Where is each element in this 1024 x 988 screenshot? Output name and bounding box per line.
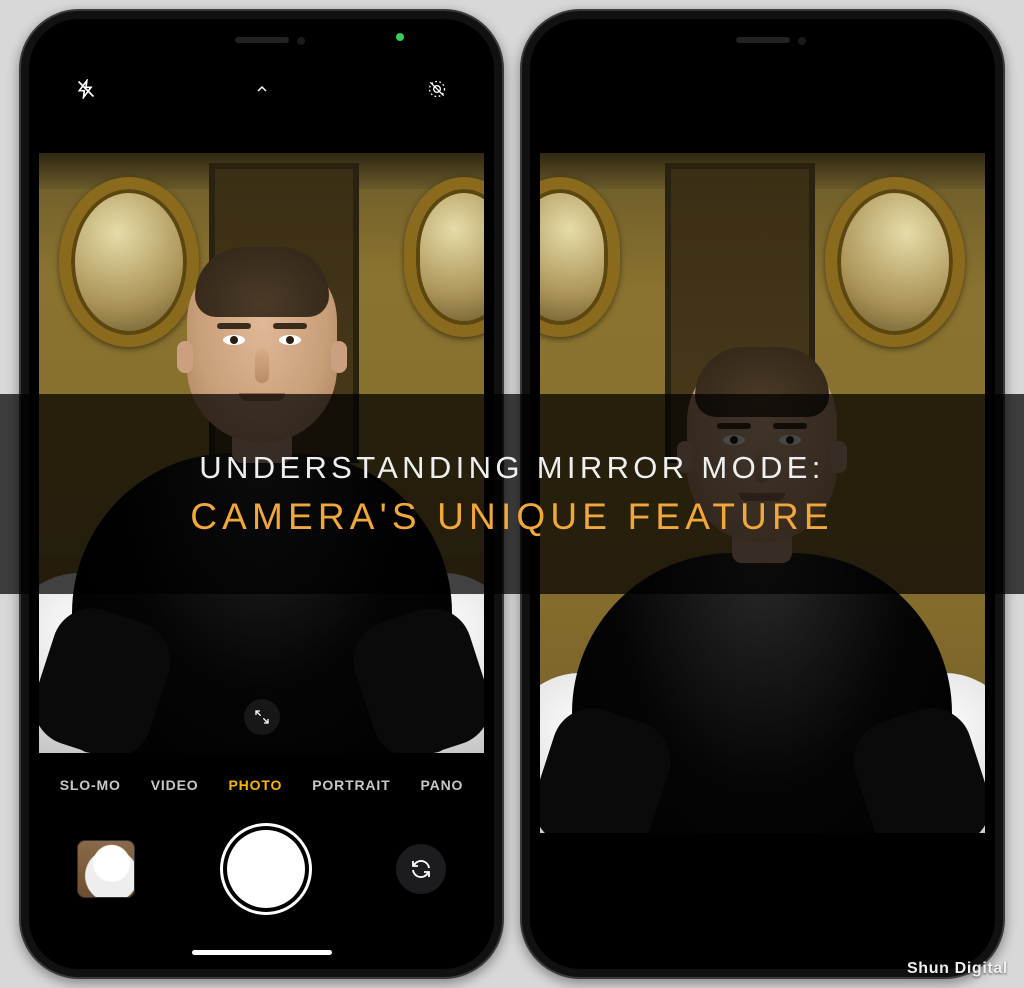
photo-letterbox-bottom [540, 833, 985, 963]
front-camera-dot [798, 37, 806, 45]
recording-indicator-icon [396, 33, 404, 41]
front-camera-dot [297, 37, 305, 45]
speaker-grille [235, 37, 289, 43]
photo-library-thumbnail[interactable] [77, 840, 135, 898]
mode-video[interactable]: VIDEO [151, 777, 199, 793]
flash-toggle-button[interactable] [69, 72, 103, 106]
chevron-up-icon [254, 81, 270, 97]
comparison-stage: SLO-MO VIDEO PHOTO PORTRAIT PANO [0, 0, 1024, 988]
camera-flip-button[interactable] [396, 844, 446, 894]
thumbnail-image [78, 841, 134, 897]
camera-flip-icon [409, 857, 433, 881]
speaker-grille [736, 37, 790, 43]
mode-portrait[interactable]: PORTRAIT [312, 777, 390, 793]
shutter-button[interactable] [227, 830, 305, 908]
mode-photo[interactable]: PHOTO [229, 777, 283, 793]
home-indicator[interactable] [192, 950, 332, 955]
overlay-line-1: UNDERSTANDING MIRROR MODE: [199, 450, 825, 486]
zoom-toggle-button[interactable] [244, 699, 280, 735]
zoom-arrows-icon [254, 709, 270, 725]
watermark-label: Shun Digital [907, 960, 1008, 978]
live-photo-off-icon [427, 79, 447, 99]
overlay-line-2: CAMERA'S UNIQUE FEATURE [190, 496, 834, 538]
camera-mode-strip[interactable]: SLO-MO VIDEO PHOTO PORTRAIT PANO [39, 767, 484, 803]
mode-slomo[interactable]: SLO-MO [60, 777, 121, 793]
mode-pano[interactable]: PANO [421, 777, 464, 793]
title-overlay: UNDERSTANDING MIRROR MODE: CAMERA'S UNIQ… [0, 394, 1024, 594]
camera-options-button[interactable] [245, 72, 279, 106]
live-photo-button[interactable] [420, 72, 454, 106]
notch [157, 25, 367, 57]
camera-top-controls [39, 65, 484, 113]
notch [658, 25, 868, 57]
camera-bottom-bar [39, 809, 484, 929]
flash-off-icon [76, 79, 96, 99]
